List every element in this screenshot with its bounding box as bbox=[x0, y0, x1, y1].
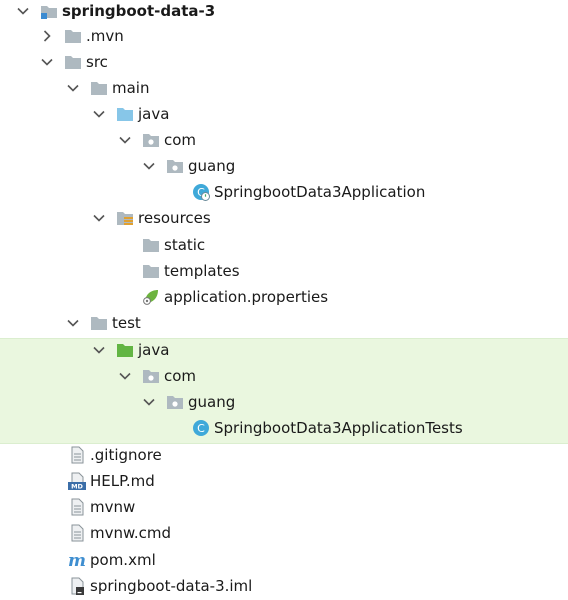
text-file-icon bbox=[68, 498, 86, 516]
tree-item-label: resources bbox=[138, 209, 211, 227]
tree-item-label: static bbox=[164, 236, 206, 254]
folder-icon bbox=[64, 27, 82, 45]
tree-item-label: src bbox=[86, 53, 108, 71]
folder-icon bbox=[90, 314, 108, 332]
chevron-down-icon[interactable] bbox=[142, 159, 156, 173]
folder-icon bbox=[64, 53, 82, 71]
package-icon bbox=[166, 393, 184, 411]
tree-item-label: SpringbootData3Application bbox=[214, 183, 426, 201]
package-icon bbox=[142, 131, 160, 149]
chevron-down-icon[interactable] bbox=[118, 369, 132, 383]
tree-item-main-java[interactable]: java bbox=[0, 101, 568, 127]
package-icon bbox=[142, 367, 160, 385]
tree-item-main-guang[interactable]: guang bbox=[0, 153, 568, 179]
tree-item-label: SpringbootData3ApplicationTests bbox=[214, 419, 463, 437]
tree-item-gitignore[interactable]: .gitignore bbox=[0, 442, 568, 468]
tree-item-label: HELP.md bbox=[90, 472, 155, 490]
tree-item-label: .gitignore bbox=[90, 446, 162, 464]
folder-icon bbox=[90, 79, 108, 97]
tree-item-label: guang bbox=[188, 157, 236, 175]
chevron-down-icon[interactable] bbox=[92, 343, 106, 357]
markdown-file-icon: MD bbox=[68, 472, 86, 490]
tree-item-label: java bbox=[138, 341, 170, 359]
tree-item-test-class[interactable]: C SpringbootData3ApplicationTests bbox=[0, 415, 568, 441]
tree-item-label: test bbox=[112, 314, 141, 332]
tree-item-main[interactable]: main bbox=[0, 75, 568, 101]
tree-item-iml[interactable]: springboot-data-3.iml bbox=[0, 573, 568, 599]
tree-item-app-props[interactable]: application.properties bbox=[0, 284, 568, 310]
resources-folder-icon bbox=[116, 209, 134, 227]
tree-item-mvnw[interactable]: mvnw bbox=[0, 494, 568, 520]
tree-item-label: application.properties bbox=[164, 288, 329, 306]
tree-item-help[interactable]: MD HELP.md bbox=[0, 468, 568, 494]
tree-item-label: java bbox=[138, 105, 170, 123]
tree-item-label: com bbox=[164, 367, 197, 385]
tree-item-test-java[interactable]: java bbox=[0, 337, 568, 363]
tree-item-mvnw-cmd[interactable]: mvnw.cmd bbox=[0, 520, 568, 546]
test-root-folder-icon bbox=[116, 341, 134, 359]
chevron-down-icon[interactable] bbox=[142, 395, 156, 409]
maven-icon: m bbox=[68, 551, 86, 569]
folder-icon bbox=[142, 262, 160, 280]
tree-item-src[interactable]: src bbox=[0, 49, 568, 75]
tree-item-label: .mvn bbox=[86, 27, 124, 45]
tree-item-label: mvnw bbox=[90, 498, 136, 516]
chevron-down-icon[interactable] bbox=[92, 107, 106, 121]
chevron-down-icon[interactable] bbox=[66, 81, 80, 95]
chevron-down-icon[interactable] bbox=[40, 55, 54, 69]
chevron-right-icon[interactable] bbox=[40, 29, 54, 43]
chevron-down-icon[interactable] bbox=[92, 211, 106, 225]
iml-file-icon bbox=[68, 577, 86, 595]
tree-item-static[interactable]: static bbox=[0, 232, 568, 258]
java-class-icon: C bbox=[192, 419, 210, 437]
module-folder-icon bbox=[40, 2, 58, 20]
source-root-folder-icon bbox=[116, 105, 134, 123]
chevron-down-icon[interactable] bbox=[16, 4, 30, 18]
tree-item-resources[interactable]: resources bbox=[0, 205, 568, 231]
tree-item-label: springboot-data-3 bbox=[62, 2, 216, 20]
svg-text:C: C bbox=[197, 422, 205, 435]
tree-item-label: guang bbox=[188, 393, 236, 411]
tree-item-label: main bbox=[112, 79, 150, 97]
spring-leaf-icon bbox=[142, 288, 160, 306]
tree-item-label: templates bbox=[164, 262, 240, 280]
tree-item-templates[interactable]: templates bbox=[0, 258, 568, 284]
tree-item-main-com[interactable]: com bbox=[0, 127, 568, 153]
svg-text:MD: MD bbox=[71, 483, 83, 491]
folder-icon bbox=[142, 236, 160, 254]
tree-item-label: springboot-data-3.iml bbox=[90, 577, 253, 595]
tree-item-label: pom.xml bbox=[90, 551, 156, 569]
tree-item-mvn[interactable]: .mvn bbox=[0, 23, 568, 49]
spring-boot-class-icon: C bbox=[192, 183, 210, 201]
chevron-down-icon[interactable] bbox=[66, 316, 80, 330]
project-tree: springboot-data-3 .mvn src main java com… bbox=[0, 0, 568, 600]
text-file-icon bbox=[68, 524, 86, 542]
tree-item-app-class[interactable]: C SpringbootData3Application bbox=[0, 179, 568, 205]
tree-item-root[interactable]: springboot-data-3 bbox=[0, 0, 568, 24]
tree-item-test-com[interactable]: com bbox=[0, 363, 568, 389]
tree-item-test-guang[interactable]: guang bbox=[0, 389, 568, 415]
tree-item-pom[interactable]: m pom.xml bbox=[0, 547, 568, 573]
tree-item-test[interactable]: test bbox=[0, 310, 568, 336]
svg-text:m: m bbox=[68, 551, 86, 569]
tree-item-label: mvnw.cmd bbox=[90, 524, 172, 542]
tree-item-label: com bbox=[164, 131, 197, 149]
text-file-icon bbox=[68, 446, 86, 464]
chevron-down-icon[interactable] bbox=[118, 133, 132, 147]
package-icon bbox=[166, 157, 184, 175]
